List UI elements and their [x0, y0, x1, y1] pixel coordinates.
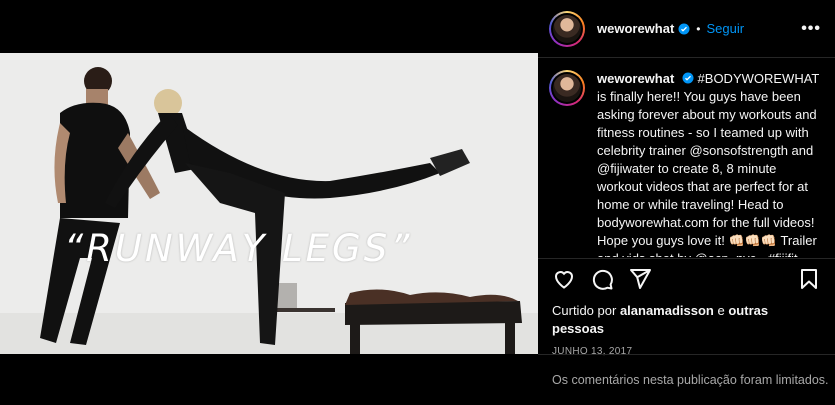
heart-icon: [554, 271, 574, 289]
verified-badge-icon: [682, 72, 694, 84]
author-avatar[interactable]: [549, 10, 585, 47]
action-icons-row: [552, 259, 821, 299]
author-username[interactable]: weworewhat: [597, 21, 674, 36]
video-player[interactable]: “RUNWAY LEGS”: [0, 53, 538, 354]
post-header: weworewhat • Seguir •••: [538, 0, 835, 58]
post-media[interactable]: “RUNWAY LEGS”: [0, 0, 538, 405]
video-frame-image: [0, 53, 538, 354]
verified-badge-icon: [678, 23, 690, 35]
more-options-button[interactable]: •••: [801, 20, 821, 38]
comment-icon: [592, 269, 613, 290]
caption-author-avatar[interactable]: [549, 70, 585, 106]
video-overlay-title: “RUNWAY LEGS”: [64, 227, 413, 270]
caption-username[interactable]: weworewhat: [597, 71, 674, 86]
follow-button[interactable]: Seguir: [707, 21, 745, 36]
caption-body: weworewhat #BODYWOREWHAT is finally here…: [597, 70, 821, 257]
liked-by-conjunction: e: [717, 303, 725, 318]
liked-by-user[interactable]: alanamadisson: [620, 303, 714, 318]
caption-section: weworewhat #BODYWOREWHAT is finally here…: [538, 59, 835, 257]
action-section: Curtido por alanamadisson e outras pesso…: [538, 258, 835, 357]
separator-dot: •: [696, 21, 701, 36]
post-side-panel: weworewhat • Seguir ••• weworewhat #BODY…: [538, 0, 835, 405]
caption-text: #BODYWOREWHAT is finally here!! You guys…: [597, 71, 820, 257]
liked-by-prefix: Curtido por: [552, 303, 617, 318]
save-button[interactable]: [797, 267, 821, 291]
like-button[interactable]: [552, 267, 576, 291]
comment-button[interactable]: [590, 267, 614, 291]
bookmark-icon: [801, 269, 817, 289]
comments-limited-notice: Os comentários nesta publicação foram li…: [538, 354, 835, 405]
liked-by-text: Curtido por alanamadisson e outras pesso…: [552, 302, 821, 338]
share-button[interactable]: [628, 267, 652, 291]
send-icon: [630, 269, 651, 289]
